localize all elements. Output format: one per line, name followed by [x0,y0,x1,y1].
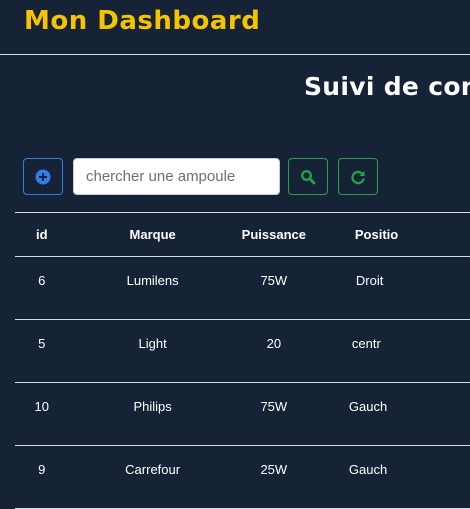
cell-position: Droit [310,256,470,320]
page-title: Suivi de con [304,72,470,101]
ampoules-table: id Marque Puissance Positio 6 Lumilens 7… [15,212,470,509]
cell-id: 6 [15,256,69,320]
cell-marque: Carrefour [68,445,237,509]
cell-puissance: 25W [236,445,311,509]
refresh-button[interactable] [338,158,378,195]
plus-circle-icon [35,169,51,184]
cell-position: centr [310,319,470,383]
table-row[interactable]: 5 Light 20 centr [15,319,470,383]
column-header-position[interactable]: Positio [310,212,470,257]
table-row[interactable]: 9 Carrefour 25W Gauch [15,445,470,509]
cell-position: Gauch [310,445,470,509]
column-header-puissance[interactable]: Puissance [236,212,311,257]
cell-puissance: 20 [236,319,311,383]
cell-id: 9 [15,445,69,509]
cell-puissance: 75W [236,256,311,320]
cell-id: 5 [15,319,69,383]
column-header-marque[interactable]: Marque [68,212,237,257]
add-ampoule-button[interactable] [23,158,63,195]
search-button[interactable] [288,158,328,195]
top-navbar: Mon Dashboard [0,0,470,55]
cell-marque: Philips [68,382,237,446]
brand-title[interactable]: Mon Dashboard [24,6,260,36]
cell-marque: Light [68,319,237,383]
table-row[interactable]: 6 Lumilens 75W Droit [15,256,470,320]
cell-marque: Lumilens [68,256,237,320]
magnifier-icon [300,169,316,184]
toolbar [23,158,470,197]
refresh-icon [351,170,365,184]
column-header-id[interactable]: id [15,212,69,257]
table-header-row: id Marque Puissance Positio [15,212,470,257]
cell-puissance: 75W [236,382,311,446]
search-input[interactable] [73,158,280,195]
table-row[interactable]: 10 Philips 75W Gauch [15,382,470,446]
cell-id: 10 [15,382,69,446]
cell-position: Gauch [310,382,470,446]
